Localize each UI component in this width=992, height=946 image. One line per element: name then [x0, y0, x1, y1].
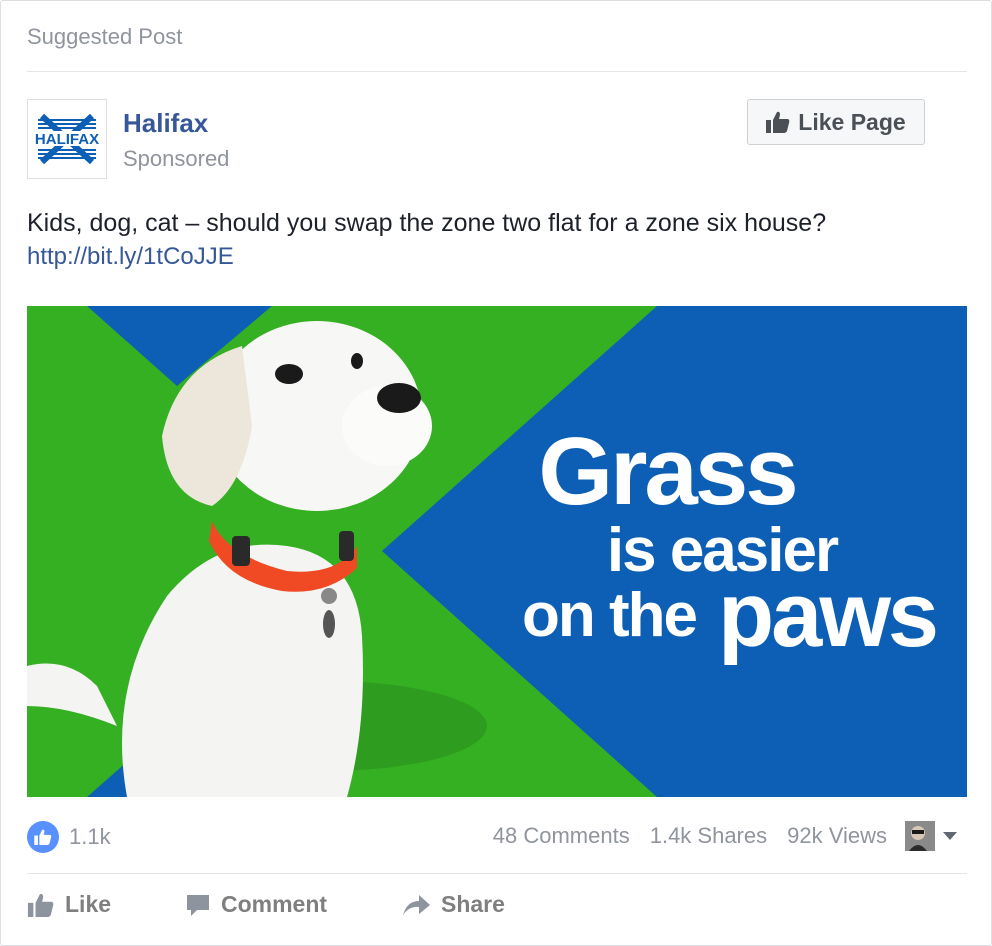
views-count[interactable]: 92k Views [787, 823, 887, 849]
like-button[interactable]: Like [27, 891, 111, 918]
share-arrow-icon [403, 894, 430, 915]
post-stats: 1.1k 48 Comments 1.4k Shares 92k Views [27, 819, 967, 859]
actions-divider [27, 873, 967, 874]
halifax-logo: HALIFAX [28, 113, 106, 165]
like-reaction-icon [27, 821, 59, 853]
like-label: Like [65, 891, 112, 917]
ad-illustration: Grass is easier on the paws [27, 306, 967, 797]
engagement-stats: 48 Comments 1.4k Shares 92k Views [473, 821, 957, 851]
comments-count[interactable]: 48 Comments [493, 823, 630, 849]
like-page-button[interactable]: Like Page [747, 99, 925, 145]
sponsored-label: Sponsored [123, 146, 230, 171]
comment-button[interactable]: Comment [185, 891, 327, 918]
ad-image[interactable]: Grass is easier on the paws [27, 306, 967, 797]
ad-headline-line1: Grass [538, 418, 795, 525]
post-link[interactable]: http://bit.ly/1tCoJJE [27, 243, 234, 271]
logo-wordmark: HALIFAX [35, 131, 99, 148]
shares-count[interactable]: 1.4k Shares [650, 823, 767, 849]
thumbs-up-icon [766, 111, 790, 133]
post-text: Kids, dog, cat – should you swap the zon… [27, 209, 827, 237]
reaction-summary[interactable]: 1.1k [27, 821, 111, 853]
page-avatar[interactable]: HALIFAX [27, 99, 107, 179]
ad-headline-line3a: on the [522, 581, 696, 650]
chevron-down-icon[interactable] [943, 832, 957, 840]
like-page-label: Like Page [798, 108, 906, 135]
suggested-post-label: Suggested Post [27, 24, 183, 49]
thumbs-up-icon [27, 893, 54, 917]
viewer-avatar[interactable] [905, 821, 935, 851]
share-button[interactable]: Share [401, 891, 505, 918]
speech-bubble-icon [187, 894, 209, 916]
like-count: 1.1k [69, 824, 111, 849]
post-actions: Like Comment Share [27, 881, 967, 931]
header-divider [27, 71, 967, 72]
post-card: Suggested Post HALIFAX Halifax Sponsored… [0, 0, 992, 946]
ad-headline-line3b: paws [718, 564, 936, 666]
page-name-link[interactable]: Halifax [123, 108, 208, 139]
comment-label: Comment [221, 891, 328, 917]
share-label: Share [441, 891, 505, 917]
